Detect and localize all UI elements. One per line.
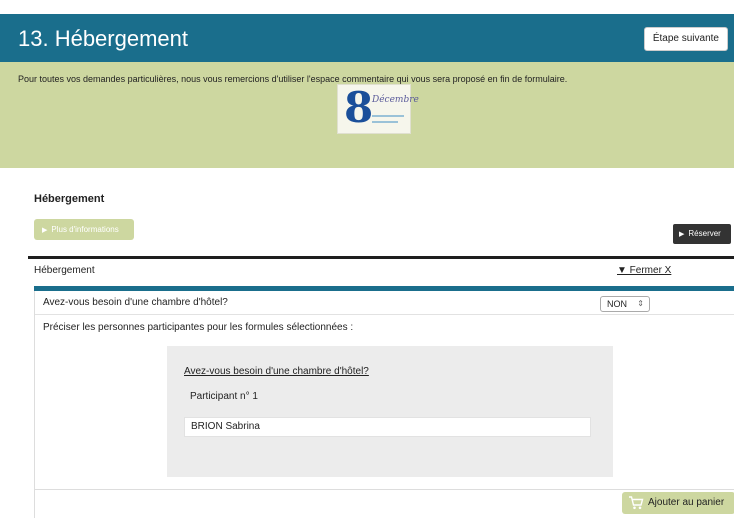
participant-name-field[interactable]: BRION Sabrina: [184, 417, 591, 437]
add-to-cart-button[interactable]: Ajouter au panier: [622, 492, 734, 514]
section-heading: Hébergement: [34, 193, 105, 205]
next-step-button[interactable]: Étape suivante: [643, 27, 728, 51]
banner-text: Pour toutes vos demandes particulières, …: [18, 74, 568, 84]
chevron-updown-icon: ⇕: [637, 299, 644, 308]
cart-icon: [629, 496, 644, 510]
hotel-room-select[interactable]: NON ⇕: [600, 296, 650, 312]
more-info-label: Plus d'informations: [51, 225, 119, 234]
reserve-label: Réserver: [688, 229, 721, 238]
header-bar: 13. Hébergement Étape suivante: [0, 14, 734, 62]
question-row: Avez-vous besoin d'une chambre d'hôtel? …: [35, 291, 734, 315]
cart-label: Ajouter au panier: [648, 497, 725, 508]
info-banner: Pour toutes vos demandes particulières, …: [0, 62, 734, 168]
participant-card: Avez-vous besoin d'une chambre d'hôtel? …: [167, 346, 613, 477]
logo-line: [372, 115, 404, 117]
logo-line: [372, 121, 398, 123]
play-triangle-icon: ▶: [679, 231, 685, 238]
event-logo: 8 Décembre: [337, 83, 419, 134]
play-triangle-icon: ▶: [42, 227, 48, 234]
participant-number: Participant n° 1: [190, 391, 258, 402]
divider: [28, 256, 734, 259]
close-panel-link[interactable]: ▼ Fermer X: [617, 265, 671, 276]
panel-title: Hébergement: [34, 265, 95, 276]
card-question-link[interactable]: Avez-vous besoin d'une chambre d'hôtel?: [184, 366, 369, 377]
logo-script: Décembre: [372, 95, 419, 105]
accommodation-panel: Avez-vous besoin d'une chambre d'hôtel? …: [34, 291, 734, 518]
reserve-button[interactable]: ▶ Réserver: [673, 224, 731, 244]
question-label: Avez-vous besoin d'une chambre d'hôtel?: [43, 297, 228, 308]
more-info-button[interactable]: ▶ Plus d'informations: [34, 219, 134, 240]
page-title: 13. Hébergement: [18, 26, 188, 51]
logo-digit: 8: [344, 83, 374, 132]
participants-prompt: Préciser les personnes participantes pou…: [43, 322, 354, 333]
select-value: NON: [607, 299, 627, 309]
divider: [35, 489, 734, 490]
